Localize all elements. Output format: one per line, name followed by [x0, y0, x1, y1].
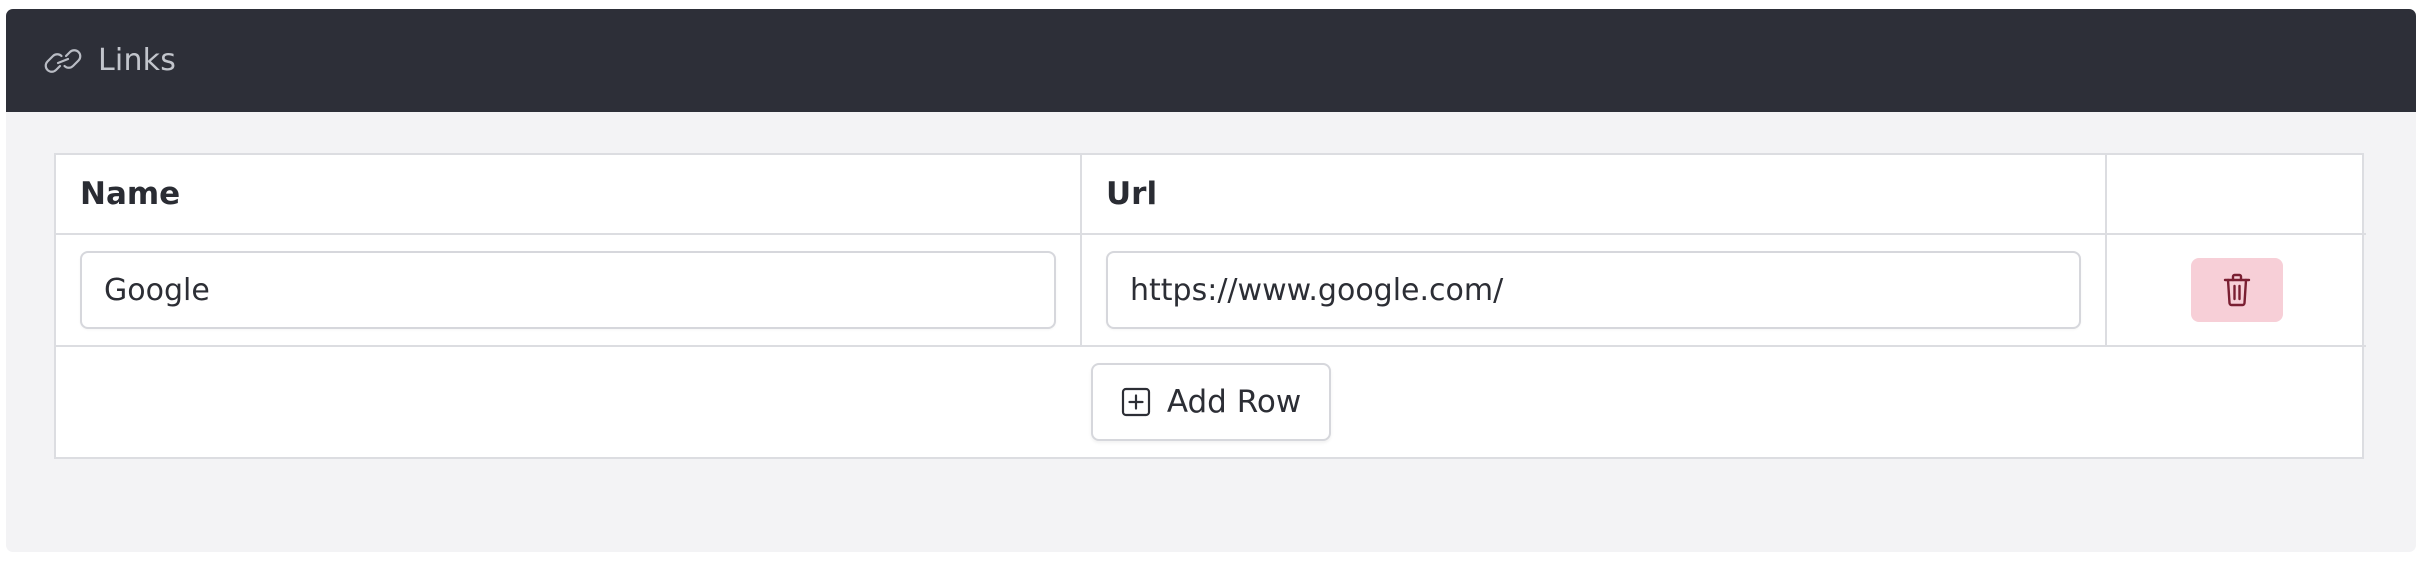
trash-icon [2222, 272, 2252, 308]
links-table: Name Url Google https://www.google.com/ … [54, 153, 2366, 459]
name-cell [56, 233, 1082, 347]
panel-header: Links [6, 9, 2416, 112]
name-input[interactable] [80, 251, 1056, 329]
column-header-name: Name [56, 155, 1082, 235]
panel-title: Links [98, 43, 177, 78]
delete-row-button[interactable] [2190, 258, 2283, 322]
url-cell [1080, 233, 2107, 347]
url-input[interactable] [1106, 251, 2081, 329]
add-row-footer: Add Row [56, 345, 2366, 457]
action-cell [2105, 233, 2366, 347]
column-header-url: Url [1080, 155, 2107, 235]
links-panel: Links Name Url Google https://www.google… [6, 9, 2416, 552]
table-row [56, 233, 2366, 347]
column-header-actions [2105, 155, 2366, 235]
add-row-button[interactable]: Add Row [1090, 363, 1332, 441]
add-row-label: Add Row [1166, 384, 1302, 420]
link-icon [42, 40, 84, 82]
plus-square-icon [1121, 387, 1151, 417]
add-row-cell: Add Row [56, 345, 2366, 457]
table-header-row: Name Url [56, 155, 2366, 235]
